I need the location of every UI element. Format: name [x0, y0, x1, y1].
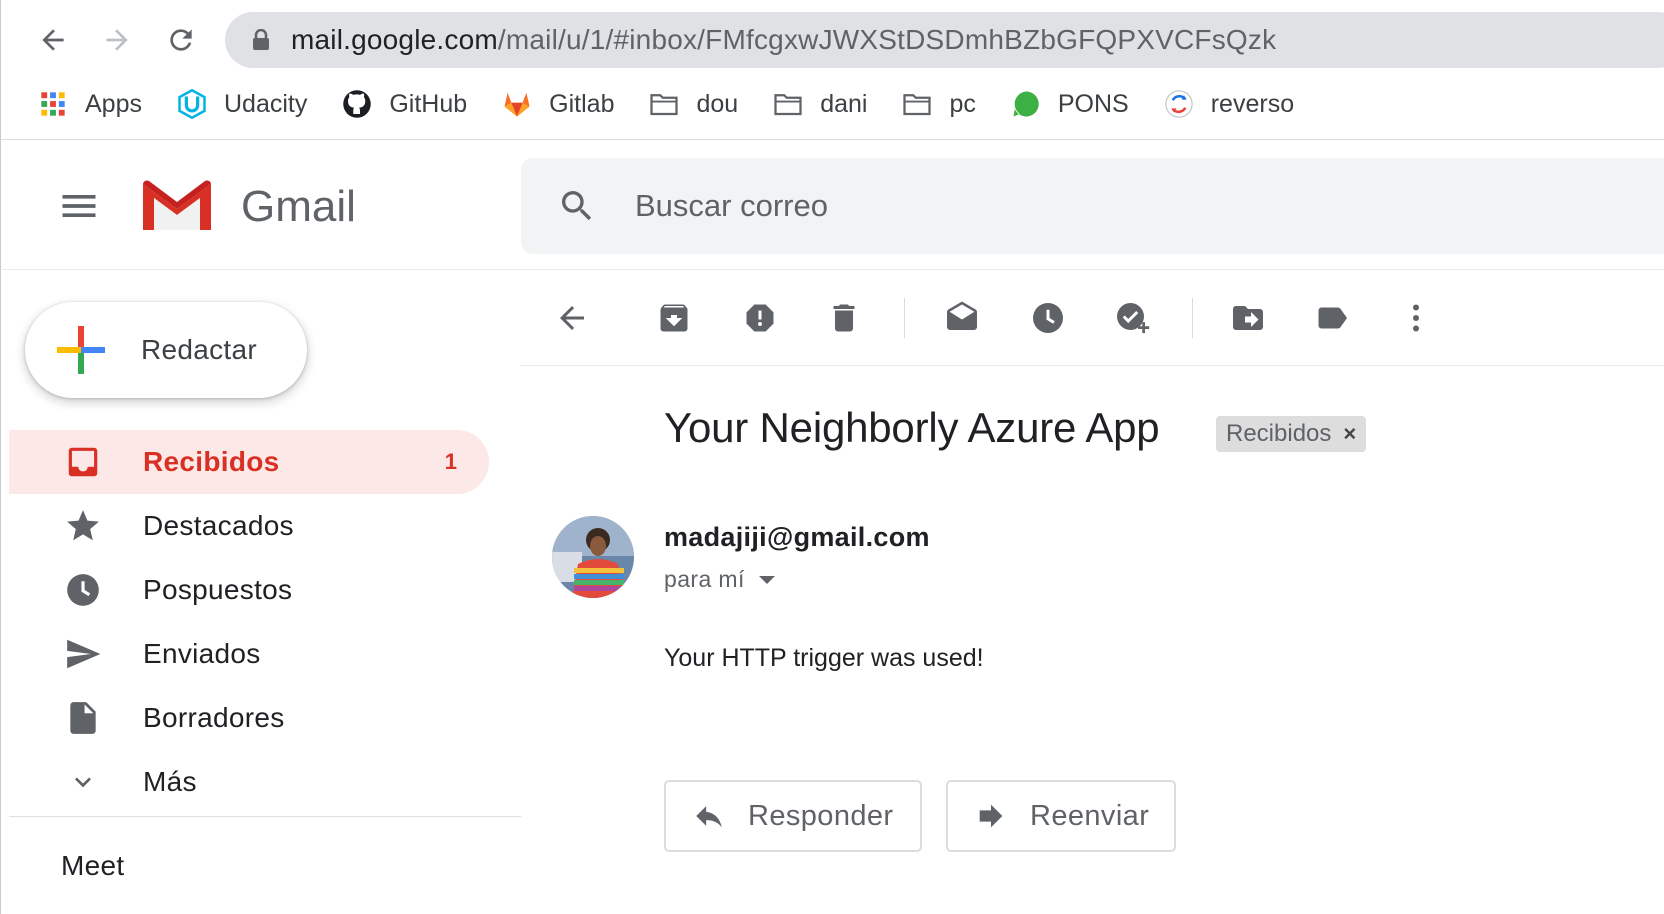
- bookmark-label: dani: [820, 89, 868, 118]
- folder-icon: [901, 88, 933, 120]
- recipient-label: para mí: [664, 566, 745, 592]
- bookmark-dani[interactable]: dani: [772, 88, 867, 120]
- chevron-down-icon: [63, 762, 103, 802]
- bookmark-label: Udacity: [223, 89, 308, 118]
- message-body: Your HTTP trigger was used!: [664, 644, 984, 672]
- compose-button[interactable]: Redactar: [25, 302, 307, 398]
- message-toolbar: [520, 270, 1664, 366]
- recipient-details-toggle[interactable]: para mí: [664, 566, 775, 593]
- bookmark-label: Gitlab: [549, 89, 615, 118]
- reply-button[interactable]: Responder: [664, 780, 922, 852]
- gitlab-icon: [501, 88, 533, 120]
- browser-chrome: mail.google.com/mail/u/1/#inbox/FMfcgxwJ…: [0, 0, 1664, 140]
- pons-icon: [1010, 88, 1042, 120]
- sidebar: Redactar Recibidos 1 Destacados Pospuest…: [0, 270, 521, 914]
- back-icon[interactable]: [31, 18, 75, 62]
- bookmark-udacity[interactable]: Udacity: [176, 88, 307, 120]
- caret-down-icon[interactable]: [758, 575, 775, 584]
- compose-label: Redactar: [141, 334, 258, 365]
- mark-unread-icon[interactable]: [940, 296, 984, 340]
- reverso-icon: [1163, 88, 1195, 120]
- lock-icon: [253, 29, 269, 50]
- gmail-header: Gmail Buscar correo: [0, 140, 1664, 270]
- forward-icon[interactable]: [95, 18, 139, 62]
- bookmark-label: pc: [949, 89, 976, 118]
- sender-avatar[interactable]: [552, 516, 634, 598]
- bookmark-dou[interactable]: dou: [648, 88, 738, 120]
- report-spam-icon[interactable]: [738, 296, 782, 340]
- bookmark-label: Apps: [85, 89, 142, 118]
- inbox-icon: [63, 442, 103, 482]
- message-subject: Your Neighborly Azure App: [664, 404, 1160, 451]
- sender-address: madajiji@gmail.com: [664, 522, 930, 552]
- meet-section-title: Meet: [61, 850, 125, 881]
- bookmarks-bar: Apps Udacity GitHub Gitlab dou dani pc P…: [37, 84, 1328, 124]
- clock-icon: [63, 570, 103, 610]
- label-icon[interactable]: [1310, 296, 1354, 340]
- bookmark-pons[interactable]: PONS: [1010, 88, 1129, 120]
- reply-icon: [696, 806, 722, 828]
- bookmark-apps[interactable]: Apps: [37, 88, 142, 120]
- address-bar[interactable]: mail.google.com/mail/u/1/#inbox/FMfcgxwJ…: [225, 12, 1664, 68]
- search-icon[interactable]: [557, 186, 597, 226]
- sidebar-item-label: Borradores: [143, 702, 285, 733]
- delete-icon[interactable]: [822, 296, 866, 340]
- back-to-inbox-icon[interactable]: [550, 296, 594, 340]
- bookmark-label: dou: [696, 89, 739, 118]
- github-icon: [341, 88, 373, 120]
- remove-label-icon[interactable]: ×: [1343, 421, 1356, 447]
- sidebar-item-label: Más: [143, 766, 197, 797]
- send-icon: [63, 634, 103, 674]
- sidebar-item-label: Enviados: [143, 638, 261, 669]
- search-input[interactable]: Buscar correo: [521, 158, 1664, 254]
- more-options-icon[interactable]: [1394, 296, 1438, 340]
- forward-button[interactable]: Reenviar: [946, 780, 1176, 852]
- bookmark-github[interactable]: GitHub: [341, 88, 467, 120]
- folder-icon: [772, 88, 804, 120]
- draft-icon: [63, 698, 103, 738]
- bookmark-label: reverso: [1210, 89, 1295, 118]
- bookmark-reverso[interactable]: reverso: [1163, 88, 1294, 120]
- sidebar-item-enviados[interactable]: Enviados: [9, 622, 489, 686]
- label-chip-text: Recibidos: [1226, 420, 1332, 447]
- snooze-icon[interactable]: [1026, 296, 1070, 340]
- apps-grid-icon: [37, 88, 69, 120]
- forward-message-icon: [979, 804, 1003, 828]
- sidebar-item-label: Destacados: [143, 510, 294, 541]
- reply-label: Responder: [748, 799, 894, 832]
- reload-icon[interactable]: [159, 18, 203, 62]
- gmail-logo-icon[interactable]: [139, 176, 215, 234]
- add-to-tasks-icon[interactable]: [1110, 296, 1154, 340]
- bookmark-label: PONS: [1057, 89, 1129, 118]
- sidebar-item-borradores[interactable]: Borradores: [9, 686, 489, 750]
- url-host: mail.google.com: [291, 24, 498, 55]
- sidebar-item-label: Pospuestos: [143, 574, 293, 605]
- udacity-icon: [176, 88, 208, 120]
- url-path: /mail/u/1/#inbox/FMfcgxwJWXStDSDmhBZbGFQ…: [497, 24, 1277, 55]
- folder-icon: [648, 88, 680, 120]
- sidebar-item-recibidos[interactable]: Recibidos 1: [9, 430, 489, 494]
- bookmark-gitlab[interactable]: Gitlab: [501, 88, 614, 120]
- unread-count: 1: [444, 449, 457, 474]
- gmail-wordmark: Gmail: [241, 182, 356, 231]
- sidebar-item-label: Recibidos: [143, 446, 280, 477]
- star-icon: [63, 506, 103, 546]
- inbox-label-chip[interactable]: Recibidos ×: [1216, 416, 1367, 452]
- bookmark-pc[interactable]: pc: [901, 88, 976, 120]
- sidebar-item-mas[interactable]: Más: [9, 750, 489, 814]
- archive-icon[interactable]: [652, 296, 696, 340]
- toolbar-divider: [904, 298, 905, 338]
- compose-plus-icon: [57, 326, 105, 374]
- bookmark-label: GitHub: [389, 89, 468, 118]
- main-menu-icon[interactable]: [57, 184, 101, 228]
- sidebar-divider: [9, 816, 521, 817]
- toolbar-divider: [1192, 298, 1193, 338]
- sidebar-item-destacados[interactable]: Destacados: [9, 494, 489, 558]
- sidebar-item-pospuestos[interactable]: Pospuestos: [9, 558, 489, 622]
- move-to-icon[interactable]: [1226, 296, 1270, 340]
- forward-label: Reenviar: [1030, 799, 1150, 832]
- search-placeholder: Buscar correo: [635, 188, 828, 223]
